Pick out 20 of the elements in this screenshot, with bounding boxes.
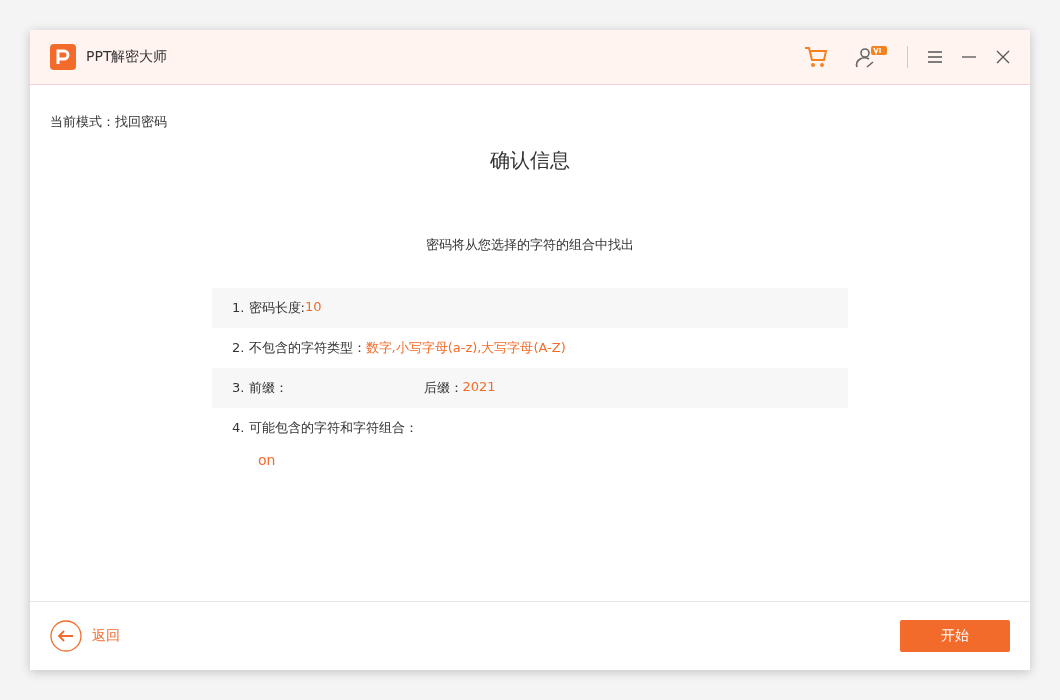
page-heading: 确认信息 [489, 147, 571, 174]
info-label: 后缀： [423, 379, 463, 397]
menu-icon[interactable] [928, 50, 942, 64]
combination-value: on [257, 452, 277, 468]
info-value: 数字,小写字母(a-z),大写字母(A-Z) [365, 339, 566, 357]
back-button[interactable]: 返回 [50, 620, 120, 652]
info-label: 1. 密码长度: [232, 299, 305, 317]
info-value: 2021 [462, 379, 496, 396]
mode-label: 当前模式：找回密码 [50, 113, 168, 131]
info-label: 2. 不包含的字符类型： [232, 339, 366, 357]
user-vip-icon[interactable] [853, 44, 889, 70]
logo-icon [50, 44, 76, 70]
info-label: 3. 前缀： [232, 379, 288, 397]
cart-icon[interactable] [803, 44, 829, 70]
close-icon[interactable] [996, 50, 1010, 64]
start-button[interactable]: 开始 [900, 620, 1010, 652]
info-label: 4. 可能包含的字符和字符组合： [232, 419, 418, 437]
window-title: PPT解密大师 [86, 48, 168, 66]
subtitle-text: 密码将从您选择的字符的组合中找出 [425, 236, 635, 254]
info-value: 10 [304, 299, 322, 316]
